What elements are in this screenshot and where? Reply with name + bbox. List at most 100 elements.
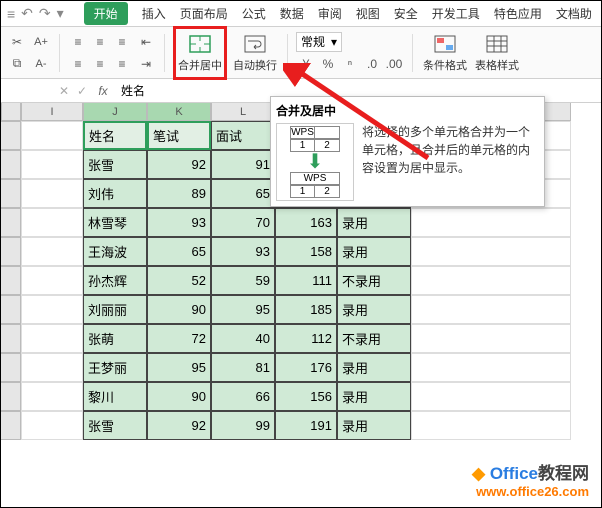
copy-icon[interactable]: ⧉ [7,54,27,74]
conditional-format-button[interactable]: 条件格式 [421,29,469,77]
tab-formula[interactable]: 公式 [242,5,266,22]
col-header[interactable]: J [83,103,147,121]
cell-name[interactable]: 张雪 [83,150,147,179]
cell-interview[interactable]: 99 [211,411,275,440]
cell-total[interactable]: 156 [275,382,337,411]
cell-total[interactable]: 163 [275,208,337,237]
header-cell[interactable]: 姓名 [83,121,147,150]
decrease-decimal-icon[interactable]: .0 [362,54,382,74]
cell-total[interactable]: 185 [275,295,337,324]
comma-icon[interactable]: ⁿ [340,54,360,74]
cell-result[interactable]: 不录用 [337,266,411,295]
redo-icon[interactable]: ↷ [39,5,51,22]
cell-name[interactable]: 孙杰辉 [83,266,147,295]
align-middle-icon[interactable]: ≡ [90,32,110,52]
cell[interactable] [411,208,571,237]
align-right-icon[interactable]: ≡ [112,54,132,74]
cell-interview[interactable]: 65 [211,179,275,208]
align-top-icon[interactable]: ≡ [68,32,88,52]
cell-name[interactable]: 王海波 [83,237,147,266]
cell-name[interactable]: 张萌 [83,324,147,353]
tab-special[interactable]: 特色应用 [494,5,542,22]
tab-dev-tools[interactable]: 开发工具 [432,5,480,22]
cell-written[interactable]: 90 [147,295,211,324]
cell-written[interactable]: 65 [147,237,211,266]
tab-view[interactable]: 视图 [356,5,380,22]
cell[interactable] [21,295,83,324]
cell-result[interactable]: 不录用 [337,324,411,353]
cell[interactable] [411,237,571,266]
header-cell[interactable]: 面试 [211,121,275,150]
cell-total[interactable]: 176 [275,353,337,382]
cell-result[interactable]: 录用 [337,382,411,411]
cell-interview[interactable]: 70 [211,208,275,237]
cell-written[interactable]: 72 [147,324,211,353]
currency-icon[interactable]: ¥ [296,54,316,74]
menu-icon[interactable]: ≡ [7,6,15,22]
cell-result[interactable]: 录用 [337,353,411,382]
fx-cancel-icon[interactable]: ✕ [55,81,73,101]
cell-name[interactable]: 黎川 [83,382,147,411]
cell[interactable] [21,353,83,382]
dropdown-icon[interactable]: ▾ [57,5,64,22]
wrap-text-button[interactable]: 自动换行 [231,29,279,77]
cell-written[interactable]: 92 [147,150,211,179]
cell[interactable] [411,266,571,295]
cell-result[interactable]: 录用 [337,237,411,266]
cell-written[interactable]: 89 [147,179,211,208]
cell-name[interactable]: 林雪琴 [83,208,147,237]
cell[interactable] [411,324,571,353]
tab-security[interactable]: 安全 [394,5,418,22]
cut-icon[interactable]: ✂ [7,32,27,52]
cell[interactable] [21,179,83,208]
cell-written[interactable]: 92 [147,411,211,440]
number-format-select[interactable]: 常规 ▾ [296,32,342,52]
tab-insert[interactable]: 插入 [142,5,166,22]
undo-icon[interactable]: ↶ [21,5,33,22]
cell-total[interactable]: 158 [275,237,337,266]
cell-name[interactable]: 刘伟 [83,179,147,208]
select-all-corner[interactable] [1,103,21,121]
align-center-icon[interactable]: ≡ [90,54,110,74]
tab-home[interactable]: 开始 [84,2,128,25]
cell[interactable] [21,266,83,295]
tab-review[interactable]: 审阅 [318,5,342,22]
increase-indent-icon[interactable]: ⇥ [136,54,156,74]
cell[interactable] [21,150,83,179]
table-style-button[interactable]: 表格样式 [473,29,521,77]
cell-total[interactable]: 111 [275,266,337,295]
cell-written[interactable]: 93 [147,208,211,237]
cell-result[interactable]: 录用 [337,208,411,237]
tab-data[interactable]: 数据 [280,5,304,22]
cell[interactable] [411,382,571,411]
cell[interactable] [21,411,83,440]
cell-total[interactable]: 191 [275,411,337,440]
cell-interview[interactable]: 59 [211,266,275,295]
align-bottom-icon[interactable]: ≡ [112,32,132,52]
cell-interview[interactable]: 66 [211,382,275,411]
increase-decimal-icon[interactable]: .00 [384,54,404,74]
align-left-icon[interactable]: ≡ [68,54,88,74]
merge-center-button[interactable]: 合并居中 [176,29,224,77]
cell-name[interactable]: 张雪 [83,411,147,440]
cell[interactable] [21,324,83,353]
cell-interview[interactable]: 40 [211,324,275,353]
cell-name[interactable]: 刘丽丽 [83,295,147,324]
cell-written[interactable]: 90 [147,382,211,411]
cell[interactable] [21,121,83,150]
decrease-font-button[interactable]: A- [31,54,51,74]
cell-total[interactable]: 112 [275,324,337,353]
increase-font-button[interactable]: A+ [31,32,51,52]
col-header[interactable]: L [211,103,275,121]
col-header[interactable]: K [147,103,211,121]
tab-page-layout[interactable]: 页面布局 [180,5,228,22]
cell[interactable] [21,382,83,411]
cell-result[interactable]: 录用 [337,295,411,324]
header-cell[interactable]: 笔试 [147,121,211,150]
cell-interview[interactable]: 81 [211,353,275,382]
fx-icon[interactable]: fx [91,84,115,98]
col-header[interactable]: I [21,103,83,121]
cell-interview[interactable]: 91 [211,150,275,179]
decrease-indent-icon[interactable]: ⇤ [136,32,156,52]
cell[interactable] [411,295,571,324]
